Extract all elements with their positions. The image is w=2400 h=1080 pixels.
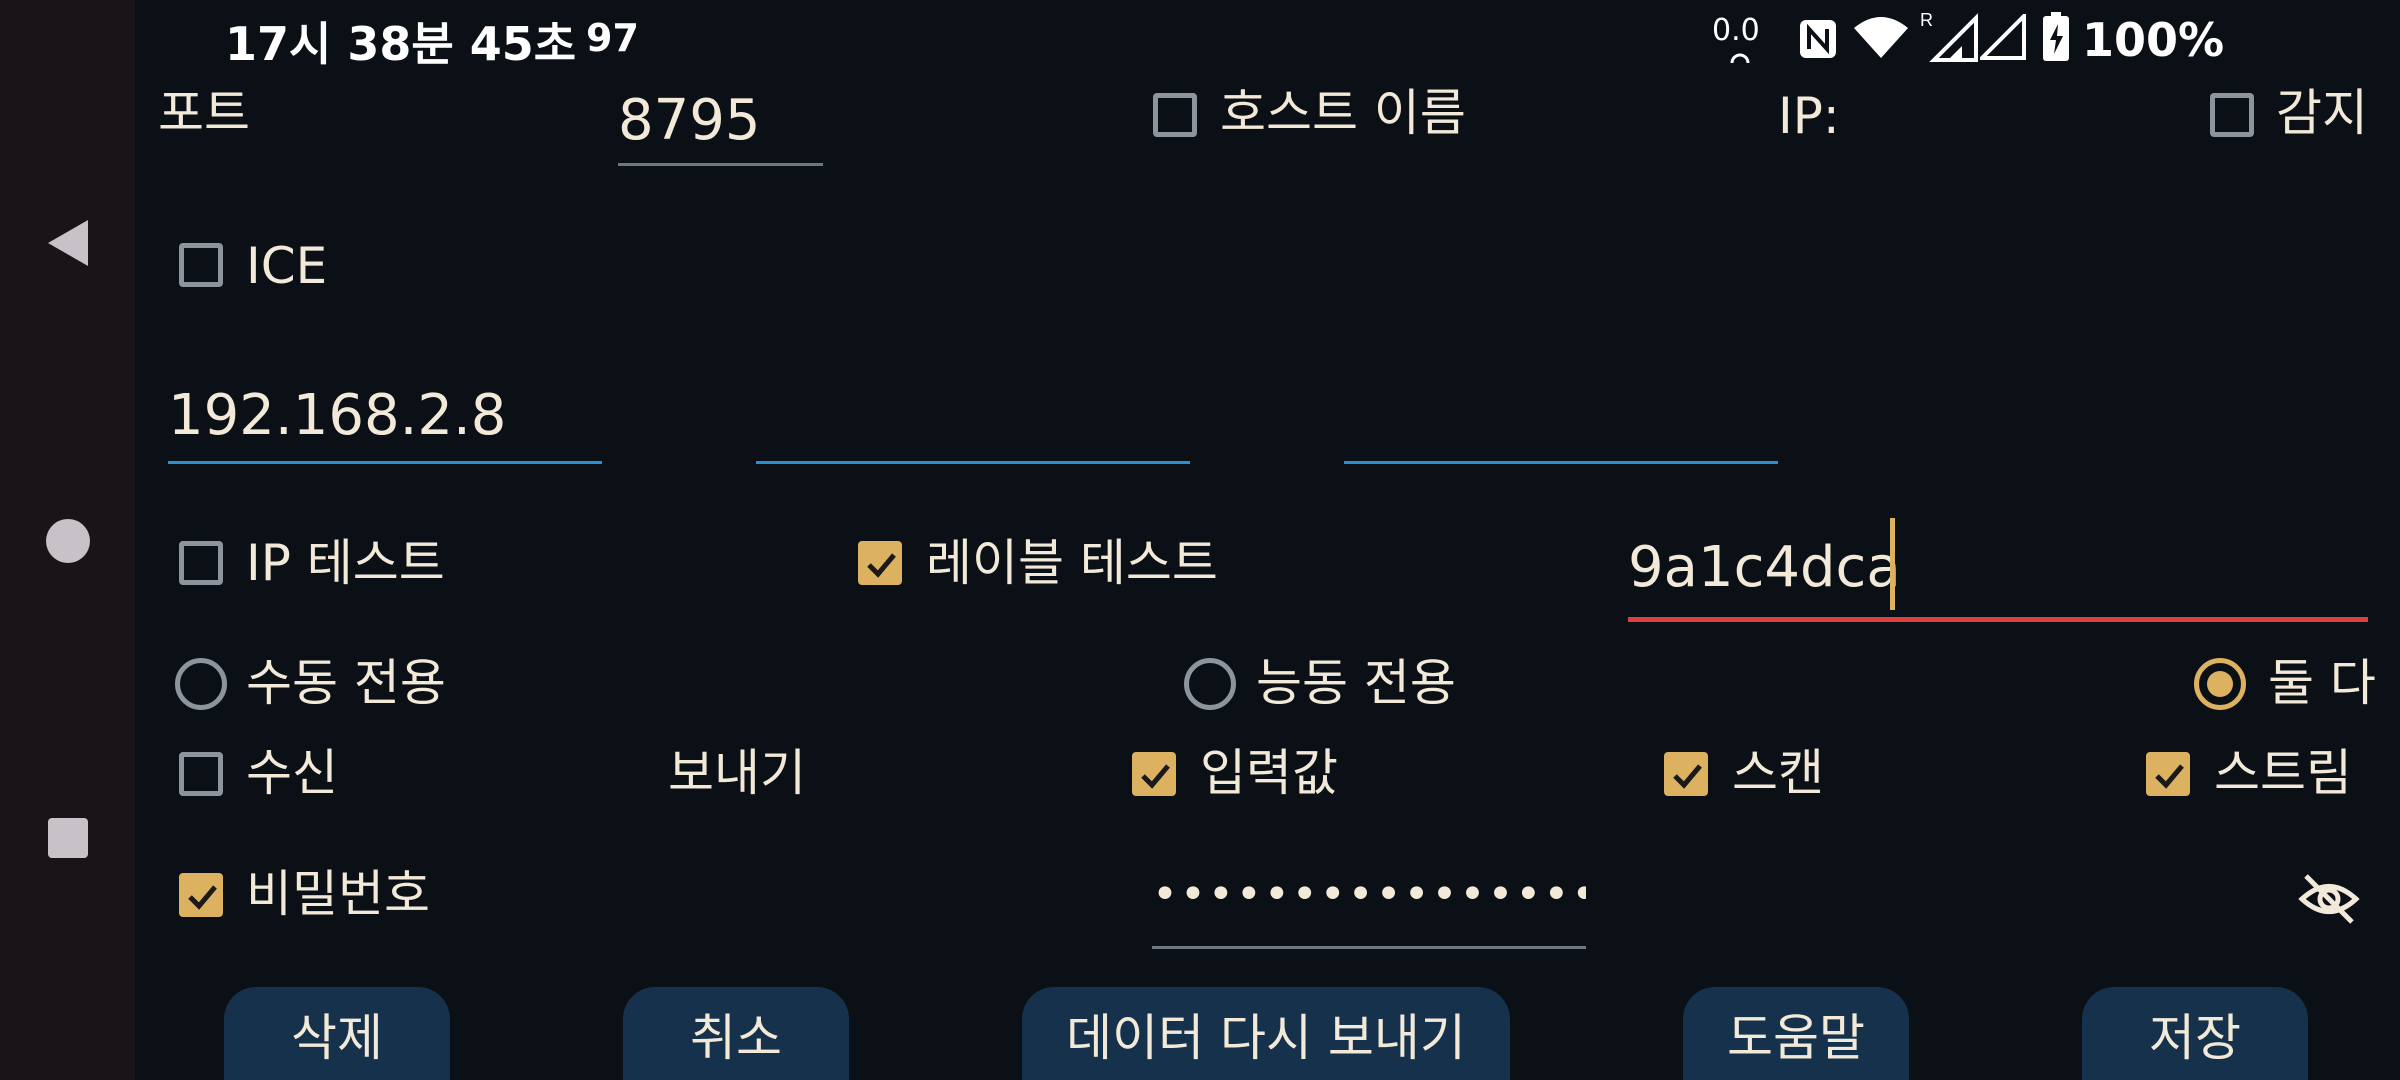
home-icon[interactable] [30, 503, 105, 578]
wifi-icon [1852, 14, 1910, 60]
mode-manual-radio[interactable] [175, 658, 227, 710]
battery-percent: 100% [2082, 13, 2225, 67]
checkmark-icon [2155, 764, 2184, 789]
mode-both-radio[interactable] [2194, 658, 2246, 710]
sensor-icon [1730, 48, 1750, 64]
resend-data-button[interactable]: 데이터 다시 보내기 [1022, 987, 1510, 1080]
ice-checkbox[interactable] [179, 243, 223, 287]
ip-field-2[interactable] [756, 370, 1190, 464]
port-label: 포트 [158, 84, 250, 142]
password-checkbox[interactable] [179, 873, 223, 917]
ip-field-1[interactable] [168, 370, 602, 464]
relay-code-input[interactable] [1628, 518, 2368, 622]
nfc-icon [1798, 18, 1838, 60]
mode-manual-label: 수동 전용 [246, 654, 446, 712]
receive-label: 수신 [246, 744, 338, 802]
status-time: 17시 38분 45초 [225, 17, 577, 71]
input-checkbox[interactable] [1132, 752, 1176, 796]
cancel-button[interactable]: 취소 [623, 987, 849, 1080]
help-button[interactable]: 도움말 [1683, 987, 1909, 1080]
cellular-signal-icon: R [1920, 10, 1980, 62]
password-label: 비밀번호 [246, 865, 430, 923]
navigation-bar [0, 0, 135, 1080]
ip-test-checkbox[interactable] [179, 541, 223, 585]
visibility-off-icon[interactable] [2296, 866, 2362, 932]
hostname-checkbox[interactable] [1153, 93, 1197, 137]
mode-both-label: 둘 다 [2268, 654, 2376, 712]
svg-text:R: R [1920, 10, 1933, 30]
signal-icon [1977, 11, 2026, 60]
port-input[interactable] [618, 78, 823, 166]
input-label: 입력값 [1200, 744, 1338, 802]
text-cursor [1890, 518, 1895, 610]
scan-checkbox[interactable] [1664, 752, 1708, 796]
recents-icon[interactable] [30, 800, 105, 875]
ip-field-3[interactable] [1344, 370, 1778, 464]
battery-icon [2042, 12, 2070, 62]
password-input[interactable]: •••••••••••••••• [1152, 860, 1586, 949]
receive-checkbox[interactable] [179, 752, 223, 796]
checkmark-icon [867, 553, 896, 578]
ice-label: ICE [246, 237, 328, 295]
scan-label: 스캔 [1732, 744, 1824, 802]
sensor-readout: 0.0 [1712, 13, 1760, 48]
detect-label: 감지 [2276, 84, 2368, 142]
relay-test-checkbox[interactable] [858, 541, 902, 585]
relay-test-label: 레이블 테스트 [926, 534, 1218, 592]
status-extra: 97 [586, 16, 639, 60]
stream-checkbox[interactable] [2146, 752, 2190, 796]
back-icon[interactable] [30, 205, 105, 280]
stream-label: 스트림 [2214, 744, 2352, 802]
send-label: 보내기 [668, 744, 806, 802]
hostname-label: 호스트 이름 [1220, 84, 1466, 142]
checkmark-icon [1141, 764, 1170, 789]
save-button[interactable]: 저장 [2082, 987, 2308, 1080]
ip-test-label: IP 테스트 [246, 534, 445, 592]
delete-button[interactable]: 삭제 [224, 987, 450, 1080]
checkmark-icon [1673, 764, 1702, 789]
checkmark-icon [188, 885, 217, 910]
mode-active-label: 능동 전용 [1256, 654, 1456, 712]
detect-checkbox[interactable] [2210, 93, 2254, 137]
mode-active-radio[interactable] [1184, 658, 1236, 710]
ip-label: IP: [1778, 87, 1840, 145]
